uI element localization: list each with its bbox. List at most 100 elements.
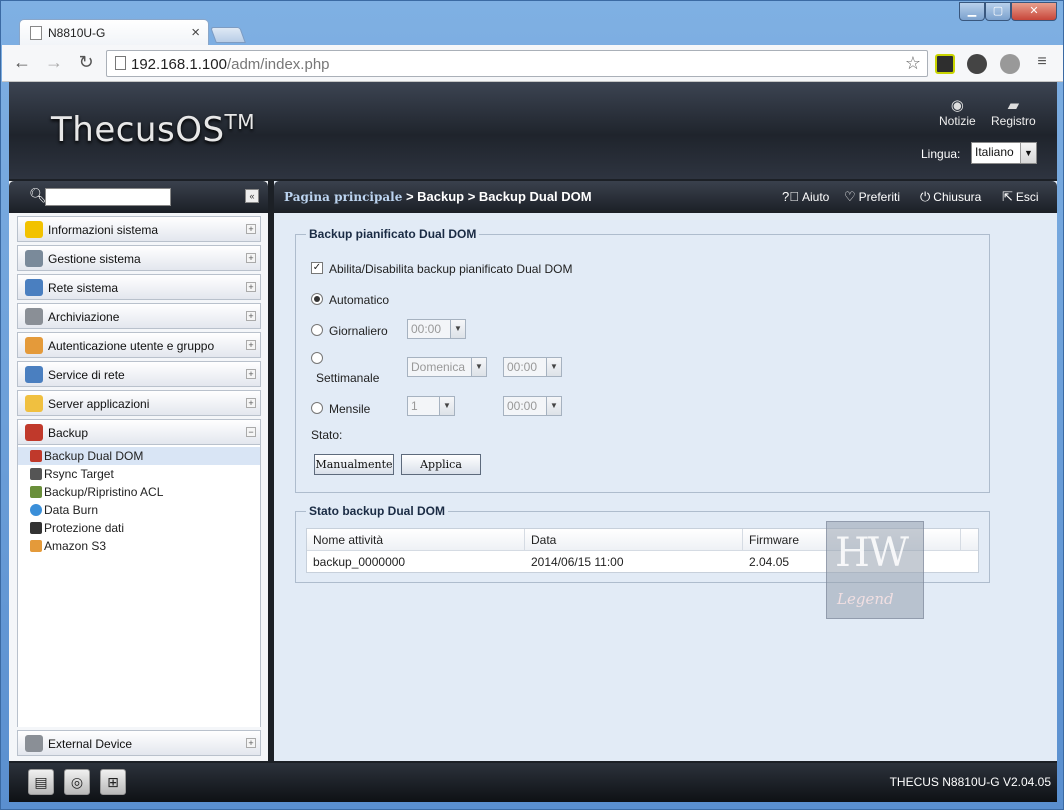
hw-legend-watermark: HW Legend xyxy=(826,521,924,619)
expand-icon[interactable]: + xyxy=(246,282,256,292)
new-tab-button[interactable] xyxy=(210,27,246,43)
weekly-radio[interactable] xyxy=(311,352,323,364)
weekly-day-select[interactable]: Domenica ▼ xyxy=(407,357,487,377)
server-icon[interactable]: ▤ xyxy=(28,769,54,795)
language-select[interactable]: Italiano ▼ xyxy=(971,142,1037,164)
daily-radio[interactable] xyxy=(311,324,323,336)
data-protection-icon xyxy=(30,522,42,534)
sidebar-item-backup[interactable]: Backup − xyxy=(17,419,261,445)
backup-icon xyxy=(25,424,43,441)
thecus-app: ThecusOSTM ◉ Notizie ▰ Registro Lingua: … xyxy=(9,82,1057,802)
app-header: ThecusOSTM ◉ Notizie ▰ Registro Lingua: … xyxy=(9,82,1057,179)
status-label: Stato: xyxy=(311,428,343,442)
favorites-link[interactable]: ♡ Preferiti xyxy=(844,189,900,205)
expand-icon[interactable]: + xyxy=(246,311,256,321)
tools-icon xyxy=(25,250,43,267)
schedule-legend: Backup pianificato Dual DOM xyxy=(306,227,480,241)
expand-icon[interactable]: + xyxy=(246,369,256,379)
sidebar-item-gestione-sistema[interactable]: Gestione sistema + xyxy=(17,245,261,271)
forward-arrow-icon[interactable]: → xyxy=(42,51,66,75)
disk-icon[interactable]: ◎ xyxy=(64,769,90,795)
enable-schedule-label: Abilita/Disabilita backup pianificato Du… xyxy=(329,262,573,276)
extension-off-icon[interactable] xyxy=(967,54,987,74)
sub-item-rsync-target[interactable]: Rsync Target xyxy=(18,465,260,483)
network-icon xyxy=(25,279,43,296)
monthly-day-select[interactable]: 1 ▼ xyxy=(407,396,455,416)
sidebar-menu: Informazioni sistema + Gestione sistema … xyxy=(17,216,261,727)
sub-item-amazon-s3[interactable]: Amazon S3 xyxy=(18,537,260,555)
menu-icon[interactable]: ≡ xyxy=(1030,51,1054,75)
collapse-icon[interactable]: − xyxy=(246,427,256,437)
maximize-button[interactable]: ▢ xyxy=(985,2,1011,21)
sidebar-item-rete-sistema[interactable]: Rete sistema + xyxy=(17,274,261,300)
column-header-date[interactable]: Data xyxy=(525,529,743,551)
backup-submenu: Backup Dual DOM Rsync Target Backup/Ripr… xyxy=(17,445,261,727)
close-window-button[interactable]: ✕ xyxy=(1011,2,1057,21)
sub-item-protezione-dati[interactable]: Protezione dati xyxy=(18,519,260,537)
network-service-icon xyxy=(25,366,43,383)
app-server-icon xyxy=(25,395,43,412)
back-arrow-icon[interactable]: ← xyxy=(10,51,34,75)
help-link[interactable]: ?⃝ Aiuto xyxy=(782,189,829,204)
close-tab-icon[interactable]: × xyxy=(191,24,200,41)
reload-icon[interactable]: ↻ xyxy=(74,51,98,75)
news-link[interactable]: ◉ Notizie xyxy=(939,96,976,128)
weekly-label: Settimanale xyxy=(316,371,380,385)
daily-time-select[interactable]: 00:00 ▼ xyxy=(407,319,466,339)
menu-search-input[interactable] xyxy=(45,188,171,206)
column-header-task-name[interactable]: Nome attività xyxy=(307,529,525,551)
table-cell-date[interactable]: 2014/06/15 11:00 xyxy=(525,552,743,572)
log-link[interactable]: ▰ Registro xyxy=(991,96,1036,128)
monthly-radio[interactable] xyxy=(311,402,323,414)
info-icon xyxy=(25,221,43,238)
power-icon: ⏻ xyxy=(920,189,931,204)
language-label: Lingua: xyxy=(921,147,961,161)
users-icon xyxy=(25,337,43,354)
extension-shield-icon[interactable] xyxy=(1000,54,1020,74)
sub-item-backup-ripristino-acl[interactable]: Backup/Ripristino ACL xyxy=(18,483,260,501)
minimize-button[interactable]: ▁ xyxy=(959,2,985,21)
extension-check-icon[interactable] xyxy=(935,54,955,74)
table-cell-task-name[interactable]: backup_0000000 xyxy=(307,552,525,572)
chevron-down-icon: ▼ xyxy=(450,320,465,338)
enable-schedule-checkbox[interactable]: ✓ xyxy=(311,262,323,274)
acl-icon xyxy=(30,486,42,498)
expand-icon[interactable]: + xyxy=(246,224,256,234)
weekly-time-select[interactable]: 00:00 ▼ xyxy=(503,357,562,377)
status-legend: Stato backup Dual DOM xyxy=(306,504,449,518)
manual-backup-button[interactable]: Manualmente xyxy=(314,454,394,475)
shutdown-link[interactable]: ⏻ Chiusura xyxy=(920,189,981,205)
exit-icon: ⇱ xyxy=(1002,189,1013,204)
network-topology-icon[interactable]: ⊞ xyxy=(100,769,126,795)
daily-label: Giornaliero xyxy=(329,324,388,338)
tab-title: N8810U-G xyxy=(48,26,106,40)
bookmark-star-icon[interactable]: ☆ xyxy=(905,53,921,74)
apply-button[interactable]: Applica xyxy=(401,454,481,475)
sub-item-backup-dual-dom[interactable]: Backup Dual DOM xyxy=(18,447,260,465)
logout-link[interactable]: ⇱ Esci xyxy=(1002,189,1039,205)
expand-icon[interactable]: + xyxy=(246,738,256,748)
page-icon xyxy=(115,56,126,70)
expand-icon[interactable]: + xyxy=(246,253,256,263)
dual-dom-icon xyxy=(30,450,42,462)
thecus-logo: ThecusOSTM xyxy=(51,110,256,150)
monthly-time-select[interactable]: 00:00 ▼ xyxy=(503,396,562,416)
automatic-radio[interactable] xyxy=(311,293,323,305)
sidebar-item-archiviazione[interactable]: Archiviazione + xyxy=(17,303,261,329)
collapse-panel-button[interactable]: « xyxy=(245,189,259,203)
address-bar[interactable]: 192.168.1.100/adm/index.php ☆ xyxy=(106,50,928,77)
expand-icon[interactable]: + xyxy=(246,340,256,350)
chevron-down-icon: ▼ xyxy=(439,397,454,415)
storage-icon xyxy=(25,308,43,325)
disc-icon xyxy=(30,504,42,516)
automatic-label: Automatico xyxy=(329,293,390,307)
sub-item-data-burn[interactable]: Data Burn xyxy=(18,501,260,519)
sidebar-item-informazioni-sistema[interactable]: Informazioni sistema + xyxy=(17,216,261,242)
breadcrumb-home[interactable]: Pagina principale xyxy=(284,190,402,204)
sidebar-item-autenticazione[interactable]: Autenticazione utente e gruppo + xyxy=(17,332,261,358)
sidebar-item-external-device[interactable]: External Device + xyxy=(17,730,261,756)
browser-tab[interactable]: N8810U-G × xyxy=(19,19,209,46)
sidebar-item-server-applicazioni[interactable]: Server applicazioni + xyxy=(17,390,261,416)
sidebar-item-service-di-rete[interactable]: Service di rete + xyxy=(17,361,261,387)
expand-icon[interactable]: + xyxy=(246,398,256,408)
